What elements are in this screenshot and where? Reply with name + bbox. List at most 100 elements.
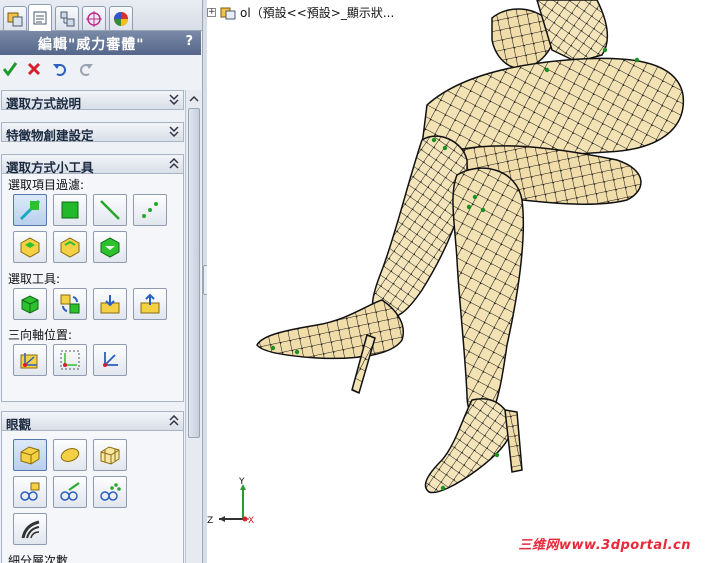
cancel-button[interactable]: [24, 59, 44, 79]
filter-vertices-button[interactable]: [133, 194, 167, 226]
manager-tab-bar: [0, 0, 202, 31]
part-tree-label[interactable]: ol（預設<<預設>_顯示狀...: [240, 4, 394, 21]
configuration-manager-tab[interactable]: [55, 6, 79, 30]
line-filter-icon: [100, 200, 120, 220]
expand-icon[interactable]: +: [207, 8, 216, 17]
back-heel-mesh: [504, 409, 523, 473]
view-show-box-button[interactable]: [13, 476, 47, 508]
shaded-box-icon: [20, 446, 40, 465]
cage-box-icon: [100, 446, 120, 465]
redo-button[interactable]: [76, 59, 96, 79]
triad-y-label: Y: [238, 477, 245, 487]
mesh-model[interactable]: [207, 0, 710, 563]
triad-world-icon: [103, 352, 118, 367]
view-show-vertices-button[interactable]: [93, 476, 127, 508]
triad-bbox-icon: [60, 350, 80, 370]
shrink-selection-button[interactable]: [133, 288, 167, 320]
body-edge-icon: [60, 237, 80, 258]
select-body-edge-button[interactable]: [53, 231, 87, 263]
action-row: [0, 56, 201, 84]
face-filter-icon: [61, 201, 79, 219]
checkmark-icon: [2, 62, 18, 77]
reference-triad: Y Z X: [207, 477, 254, 526]
property-manager-tab[interactable]: [28, 4, 52, 31]
feature-manager-tab[interactable]: [3, 6, 27, 30]
part-icon: [220, 7, 236, 19]
chevron-down-icon: [169, 94, 179, 106]
appearance-icon: [114, 11, 128, 26]
body-select-icon: [100, 237, 120, 258]
front-shoe-mesh: [256, 299, 404, 360]
select-body-face-button[interactable]: [13, 231, 47, 263]
x-icon: [27, 62, 41, 76]
property-manager-icon: [33, 11, 47, 25]
panel-scrollbar[interactable]: [185, 90, 201, 563]
glasses-box-icon: [20, 482, 40, 501]
display-group: 細分層次數: [1, 431, 184, 563]
help-button[interactable]: ?: [185, 34, 193, 49]
section-title: 特徵物創建設定: [6, 128, 94, 143]
section-selection-tools[interactable]: 選取方式小工具: [1, 154, 184, 175]
ok-button[interactable]: [0, 59, 20, 79]
glasses-vertex-icon: [100, 483, 121, 501]
grow-selection-button[interactable]: [93, 288, 127, 320]
section-title: 選取方式說明: [6, 96, 82, 111]
triad-align-world-button[interactable]: [93, 344, 127, 376]
watermark-text: 三维网www.3dportal.cn: [518, 538, 691, 553]
display-shaded-button[interactable]: [13, 439, 47, 471]
property-manager-panel: 編輯"威力審體" ? 選取方式說明 特徵物創建設定 選取方式小工具 選取項目過濾…: [0, 0, 203, 563]
panel-title-bar: 編輯"威力審體" ?: [0, 31, 201, 55]
panel-title: 編輯"威力審體": [38, 37, 145, 53]
triad-align-face-button[interactable]: [13, 344, 47, 376]
view-show-edges-button[interactable]: [53, 476, 87, 508]
graphics-viewport[interactable]: + ol（預設<<預設>_顯示狀... Y Z X 三维网www.3dporta…: [207, 0, 710, 563]
chevron-up-icon: [169, 158, 179, 169]
undo-icon: [53, 64, 66, 76]
selection-tool-label: 選取工具:: [8, 272, 61, 286]
configuration-icon: [60, 11, 75, 26]
invert-selection-icon: [60, 294, 80, 314]
section-selection-help[interactable]: 選取方式說明: [1, 90, 184, 111]
dimxpert-manager-tab[interactable]: [82, 6, 106, 30]
filter-lines-button[interactable]: [93, 194, 127, 226]
body-face-icon: [20, 237, 40, 258]
filter-edges-button[interactable]: [13, 194, 47, 226]
chevron-down-icon: [169, 126, 179, 138]
zebra-stripes-button[interactable]: [13, 513, 47, 545]
feature-tree-icon: [7, 12, 23, 26]
selection-tools-group: 選取項目過濾: 選取工具: 三向軸位置:: [1, 174, 184, 402]
crosshair-icon: [86, 10, 102, 27]
display-smooth-button[interactable]: [53, 439, 87, 471]
undo-button[interactable]: [50, 59, 70, 79]
scrollbar-thumb[interactable]: [188, 108, 200, 438]
front-shin-mesh: [371, 135, 468, 320]
scroll-up-icon[interactable]: [189, 94, 199, 104]
invert-selection-button[interactable]: [53, 288, 87, 320]
vertex-filter-icon: [142, 202, 158, 218]
selection-filter-label: 選取項目過濾:: [8, 178, 85, 192]
feature-tree-fly-out[interactable]: + ol（預設<<預設>_顯示狀...: [207, 4, 394, 21]
section-feature-create[interactable]: 特徵物創建設定: [1, 122, 184, 143]
cube-icon: [21, 295, 39, 314]
triad-align-bbox-button[interactable]: [53, 344, 87, 376]
filter-faces-button[interactable]: [53, 194, 87, 226]
select-all-button[interactable]: [13, 288, 47, 320]
triad-x-label: X: [248, 516, 254, 526]
display-cage-button[interactable]: [93, 439, 127, 471]
section-display[interactable]: 眼觀: [1, 411, 184, 432]
triad-face-icon: [20, 353, 38, 369]
smooth-shape-icon: [60, 448, 80, 462]
triad-z-label: Z: [207, 516, 213, 526]
edge-filter-icon: [19, 199, 41, 221]
display-manager-tab[interactable]: [109, 6, 133, 30]
glasses-edge-icon: [60, 482, 80, 501]
zebra-stripes-icon: [21, 520, 40, 539]
redo-icon: [80, 64, 93, 76]
subdivision-label: 細分層次數: [8, 554, 69, 563]
grow-selection-icon: [100, 295, 120, 314]
chevron-up-icon: [169, 415, 179, 426]
back-shin-mesh: [452, 167, 525, 422]
select-body-button[interactable]: [93, 231, 127, 263]
triad-position-label: 三向軸位置:: [8, 328, 73, 342]
shrink-selection-icon: [140, 293, 160, 314]
